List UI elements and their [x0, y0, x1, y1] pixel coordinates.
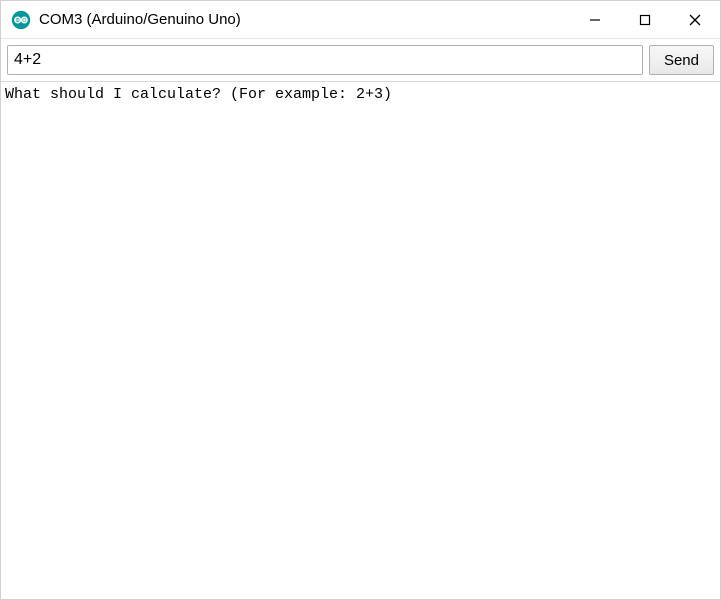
- serial-input[interactable]: [7, 45, 643, 75]
- minimize-button[interactable]: [570, 1, 620, 38]
- close-icon: [689, 14, 701, 26]
- titlebar[interactable]: COM3 (Arduino/Genuino Uno): [1, 1, 720, 39]
- arduino-icon: [11, 10, 31, 30]
- window-controls: [570, 1, 720, 38]
- close-button[interactable]: [670, 1, 720, 38]
- serial-output[interactable]: What should I calculate? (For example: 2…: [1, 81, 720, 599]
- minimize-icon: [589, 14, 601, 26]
- send-button[interactable]: Send: [649, 45, 714, 75]
- input-row: Send: [1, 39, 720, 81]
- serial-monitor-window: COM3 (Arduino/Genuino Uno) Send: [0, 0, 721, 600]
- window-title: COM3 (Arduino/Genuino Uno): [39, 11, 570, 28]
- maximize-icon: [639, 14, 651, 26]
- maximize-button[interactable]: [620, 1, 670, 38]
